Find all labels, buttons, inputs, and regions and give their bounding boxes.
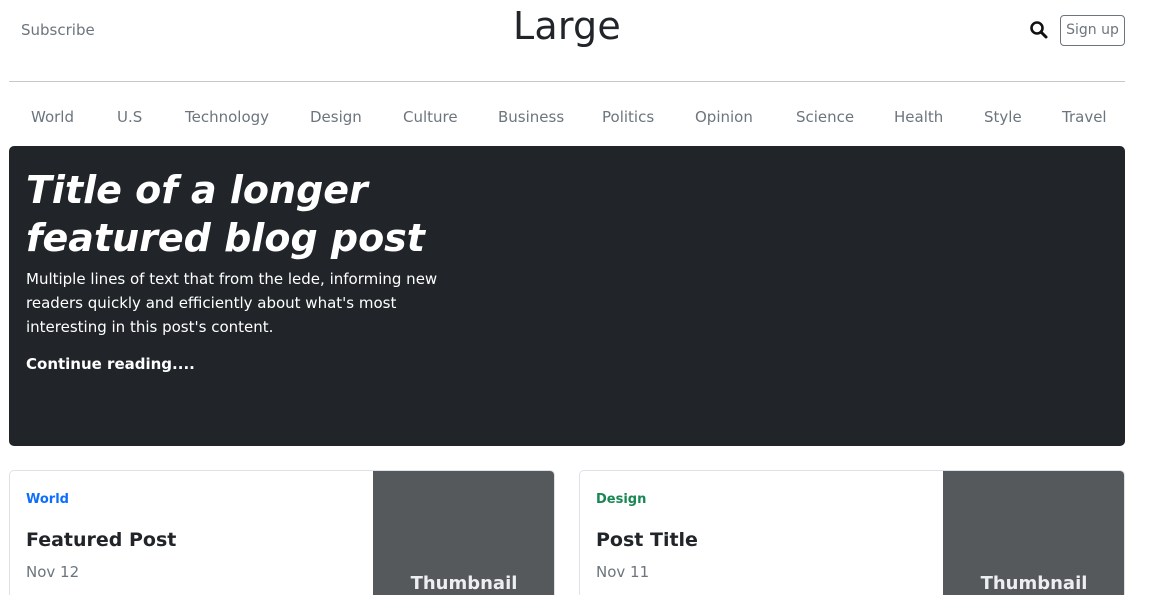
card-title: Featured Post	[26, 529, 177, 551]
nav-item-technology[interactable]: Technology	[185, 108, 269, 126]
card-thumbnail: Thumbnail	[373, 471, 554, 595]
nav-item-culture[interactable]: Culture	[403, 108, 458, 126]
nav-item-travel[interactable]: Travel	[1062, 108, 1107, 126]
nav-item-style[interactable]: Style	[984, 108, 1022, 126]
category-nav: World U.S Technology Design Culture Busi…	[9, 100, 1125, 138]
sign-up-button[interactable]: Sign up	[1060, 15, 1125, 46]
hero-lede: Multiple lines of text that from the led…	[26, 270, 438, 336]
site-brand[interactable]: Large	[9, 4, 1125, 48]
search-icon[interactable]	[1029, 20, 1049, 40]
nav-item-us[interactable]: U.S	[117, 108, 142, 126]
card-thumbnail: Thumbnail	[943, 471, 1124, 595]
nav-item-design[interactable]: Design	[310, 108, 362, 126]
post-card: World Featured Post Nov 12 Thumbnail	[9, 470, 555, 595]
site-header: Subscribe Large Sign up	[9, 0, 1125, 82]
nav-item-opinion[interactable]: Opinion	[695, 108, 753, 126]
card-date: Nov 11	[596, 563, 650, 581]
continue-reading-link[interactable]: Continue reading....	[26, 355, 195, 373]
card-category[interactable]: Design	[596, 492, 646, 507]
thumbnail-label: Thumbnail	[980, 573, 1088, 594]
hero-title: Title of a longer featured blog post	[26, 168, 425, 260]
nav-item-world[interactable]: World	[31, 108, 74, 126]
nav-item-health[interactable]: Health	[894, 108, 943, 126]
card-category[interactable]: World	[26, 492, 69, 507]
post-card: Design Post Title Nov 11 Thumbnail	[579, 470, 1125, 595]
nav-item-science[interactable]: Science	[796, 108, 854, 126]
featured-hero: Title of a longer featured blog post Mul…	[9, 146, 1125, 446]
card-date: Nov 12	[26, 563, 80, 581]
nav-item-politics[interactable]: Politics	[602, 108, 654, 126]
thumbnail-label: Thumbnail	[410, 573, 518, 594]
nav-item-business[interactable]: Business	[498, 108, 564, 126]
card-title: Post Title	[596, 529, 698, 551]
